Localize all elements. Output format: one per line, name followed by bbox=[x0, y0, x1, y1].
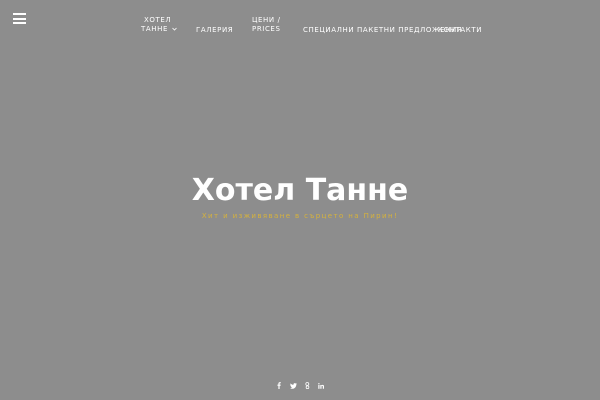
nav-item-label: Танне bbox=[141, 25, 169, 33]
google-plus-icon[interactable] bbox=[300, 381, 314, 391]
nav-item-prices[interactable]: Цени / Prices bbox=[252, 16, 281, 34]
hero-subtitle: Хит и изживяване в сърцето на Пирин! bbox=[201, 212, 399, 220]
hero-section: Хотел Танне Галерия Цени / Prices Специа… bbox=[0, 0, 600, 400]
nav-item-contacts[interactable]: Контакти bbox=[438, 26, 482, 35]
nav-item-hotel[interactable]: Хотел Танне bbox=[141, 16, 177, 34]
nav-item-gallery[interactable]: Галерия bbox=[196, 26, 233, 35]
facebook-icon[interactable] bbox=[272, 381, 286, 391]
hero-title: Хотел Танне bbox=[191, 173, 409, 208]
nav-item-label-line2: Танне bbox=[141, 25, 177, 34]
twitter-icon[interactable] bbox=[286, 381, 300, 391]
social-links bbox=[0, 381, 600, 391]
nav-item-label-line1: Хотел bbox=[144, 16, 172, 24]
chevron-down-icon bbox=[172, 25, 177, 34]
linkedin-icon[interactable] bbox=[314, 381, 328, 391]
nav-item-label-line1: Цени / bbox=[252, 16, 281, 24]
nav-item-label-line2: Prices bbox=[252, 25, 281, 33]
main-navigation: Хотел Танне Галерия Цени / Prices Специа… bbox=[0, 0, 600, 50]
